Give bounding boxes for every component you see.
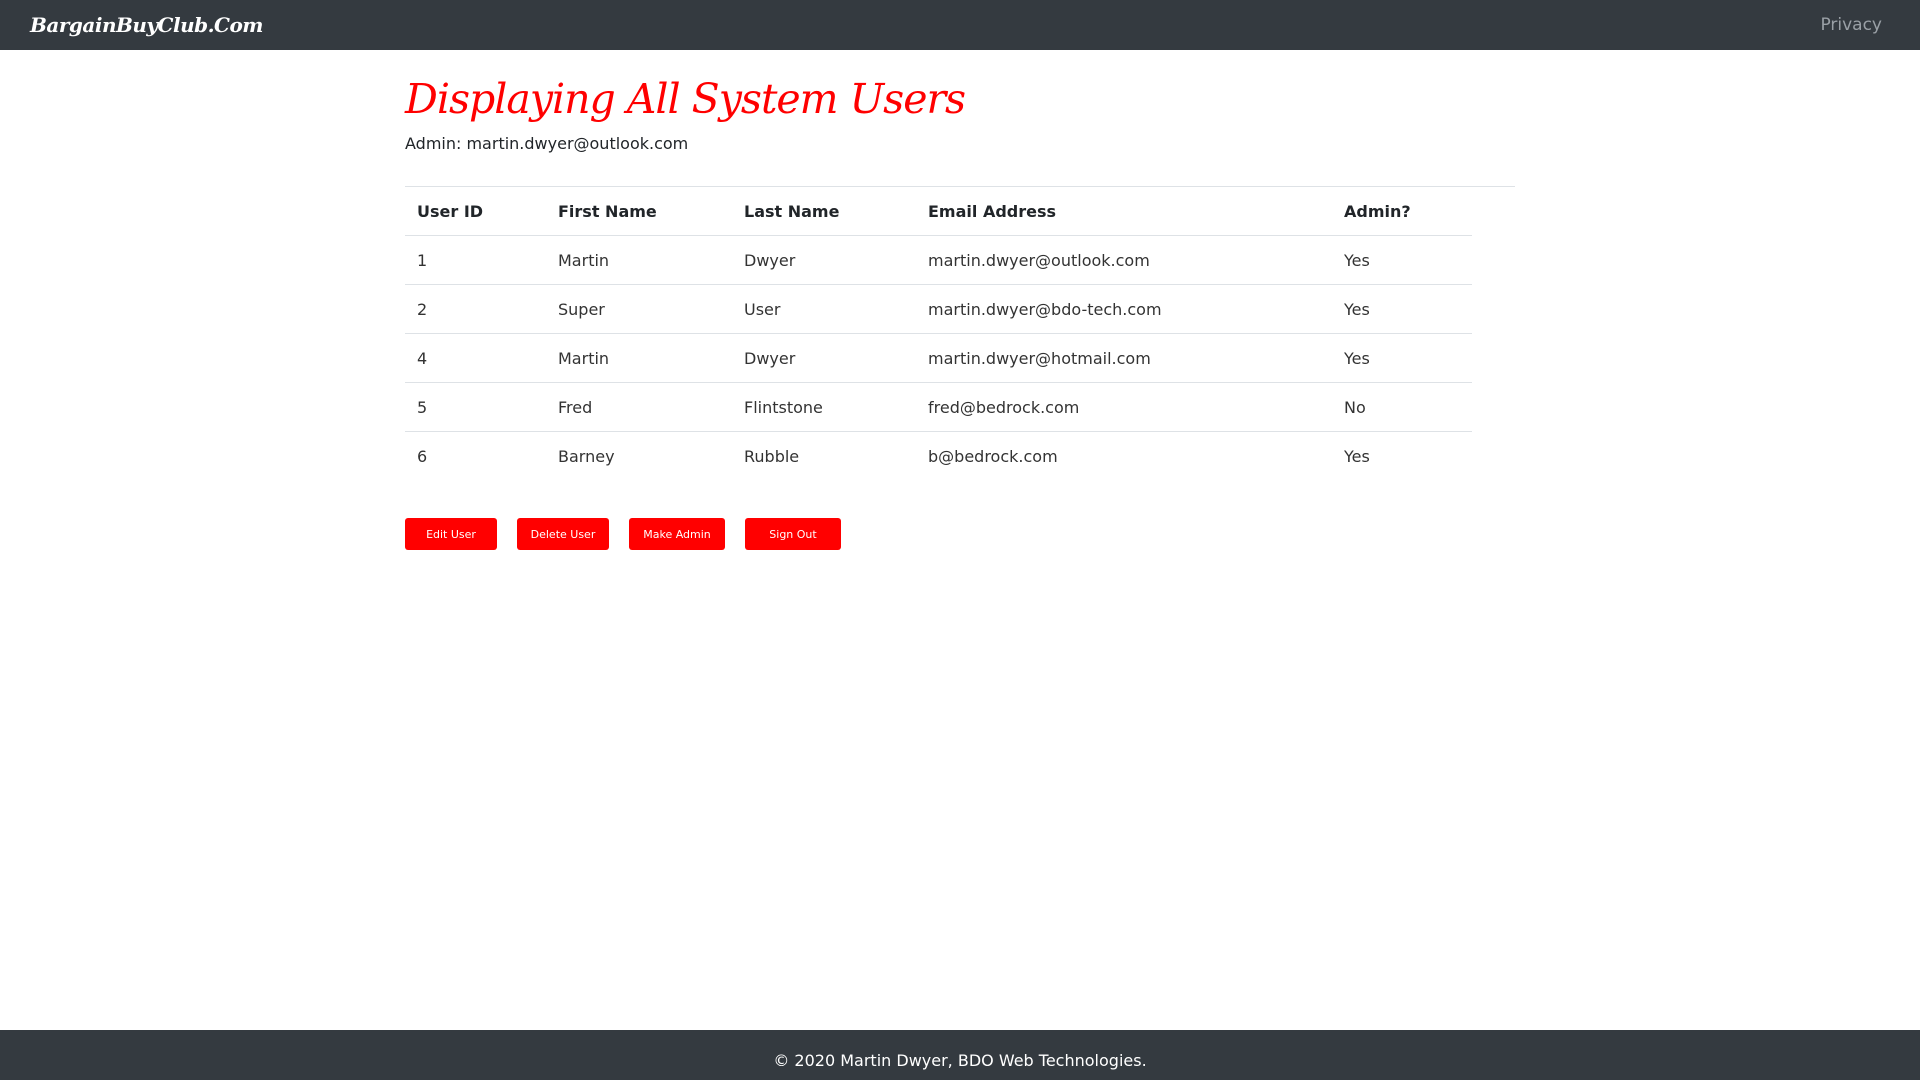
cell-email: martin.dwyer@hotmail.com <box>916 333 1332 383</box>
users-table: User ID First Name Last Name Email Addre… <box>405 187 1472 480</box>
table-row[interactable]: 6 Barney Rubble b@bedrock.com Yes <box>405 432 1472 481</box>
header-admin: Admin? <box>1332 187 1472 236</box>
edit-user-button[interactable]: Edit User <box>405 518 497 550</box>
cell-last-name: Dwyer <box>732 333 916 383</box>
cell-user-id: 2 <box>405 284 546 334</box>
cell-last-name: Rubble <box>744 446 800 466</box>
cell-admin: Yes <box>1344 446 1370 466</box>
cell-admin: Yes <box>1332 333 1472 383</box>
cell-email: b@bedrock.com <box>928 446 1058 466</box>
cell-admin: No <box>1332 382 1472 432</box>
cell-user-id: 4 <box>405 333 546 383</box>
header-first-name: First Name <box>546 187 732 236</box>
header-user-id: User ID <box>405 187 546 236</box>
header-email: Email Address <box>916 187 1332 236</box>
cell-first-name: Martin <box>546 235 732 285</box>
action-buttons: Edit User Delete User Make Admin Sign Ou… <box>405 518 1515 550</box>
cell-first-name: Martin <box>546 333 732 383</box>
cell-user-id: 1 <box>405 235 546 285</box>
cell-email: martin.dwyer@bdo-tech.com <box>916 284 1332 334</box>
brand-link[interactable]: BargainBuyClub.Com <box>30 13 263 37</box>
cell-first-name: Fred <box>546 382 732 432</box>
cell-last-name: Flintstone <box>732 382 916 432</box>
page-title: Displaying All System Users <box>405 75 966 123</box>
table-row[interactable]: 2 Super User martin.dwyer@bdo-tech.com Y… <box>405 284 1472 334</box>
cell-email: martin.dwyer@outlook.com <box>916 235 1332 285</box>
header-last-name: Last Name <box>732 187 916 236</box>
cell-user-id: 5 <box>405 382 546 432</box>
table-row[interactable]: 4 Martin Dwyer martin.dwyer@hotmail.com … <box>405 333 1472 383</box>
privacy-link[interactable]: Privacy <box>1820 15 1882 35</box>
cell-user-id: 6 <box>417 446 428 466</box>
cell-last-name: User <box>732 284 916 334</box>
table-row[interactable]: 5 Fred Flintstone fred@bedrock.com No <box>405 382 1472 432</box>
cell-email: fred@bedrock.com <box>916 382 1332 432</box>
table-row[interactable]: 1 Martin Dwyer martin.dwyer@outlook.com … <box>405 235 1472 285</box>
cell-admin: Yes <box>1332 284 1472 334</box>
make-admin-button[interactable]: Make Admin <box>629 518 725 550</box>
cell-admin: Yes <box>1332 235 1472 285</box>
cell-last-name: Dwyer <box>732 235 916 285</box>
navbar: BargainBuyClub.Com Privacy <box>0 0 1920 50</box>
sign-out-button[interactable]: Sign Out <box>745 518 841 550</box>
delete-user-button[interactable]: Delete User <box>517 518 609 550</box>
cell-first-name: Super <box>546 284 732 334</box>
admin-label: Admin: martin.dwyer@outlook.com <box>405 134 689 153</box>
table-header-row: User ID First Name Last Name Email Addre… <box>405 187 1472 236</box>
footer: © 2020 Martin Dwyer, BDO Web Technologie… <box>0 1030 1920 1080</box>
footer-text: © 2020 Martin Dwyer, BDO Web Technologie… <box>773 1051 1147 1070</box>
main-content: Displaying All System Users Admin: marti… <box>405 70 1515 550</box>
cell-first-name: Barney <box>558 446 615 466</box>
